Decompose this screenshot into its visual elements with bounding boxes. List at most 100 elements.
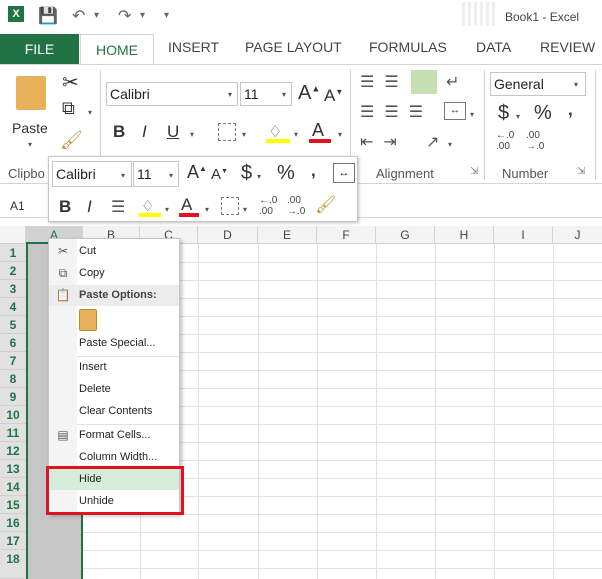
fill-color-dropdown-icon[interactable]: ▾ (294, 130, 298, 139)
cut-icon[interactable]: ✂ (62, 70, 79, 95)
bold-icon[interactable]: B (113, 122, 125, 142)
menu-item-clear-contents[interactable]: Clear Contents (49, 401, 179, 422)
mini-currency-dropdown-icon[interactable]: ▾ (257, 172, 261, 181)
row-header-2[interactable]: 2 (0, 262, 26, 280)
increase-decimal-icon[interactable]: ←.0.00 (496, 130, 514, 152)
menu-item-format-cells[interactable]: ▤ Format Cells... (49, 425, 179, 446)
orientation-icon[interactable]: ↗ (426, 132, 439, 152)
mini-format-painter-icon[interactable]: 🖌 (315, 195, 337, 215)
mini-font-name-box[interactable]: Calibri (52, 161, 132, 187)
increase-font-icon[interactable]: A▲ (298, 82, 320, 105)
row-header-14[interactable]: 14 (0, 478, 26, 496)
row-header-5[interactable]: 5 (0, 316, 26, 334)
mini-font-color-icon[interactable]: A (181, 195, 192, 215)
tab-formulas[interactable]: FORMULAS (369, 39, 447, 55)
vertical-align-icons[interactable]: ☰☰ (360, 72, 409, 92)
indent-icons[interactable]: ⇤⇥ (360, 132, 407, 152)
paste-label[interactable]: Paste (12, 120, 48, 136)
column-header-d[interactable]: D (198, 226, 258, 244)
row-header-6[interactable]: 6 (0, 334, 26, 352)
mini-font-name-dropdown-icon[interactable]: ▾ (121, 171, 125, 180)
paste-option-icon[interactable] (79, 309, 97, 331)
tab-page-layout[interactable]: PAGE LAYOUT (245, 39, 342, 55)
comma-style-icon[interactable]: , (568, 100, 573, 120)
decrease-decimal-icon[interactable]: .00 →.0 (526, 130, 544, 152)
redo-icon[interactable]: ↷ (118, 6, 131, 26)
menu-item-paste-special[interactable]: Paste Special... (49, 333, 179, 354)
font-size-dropdown-icon[interactable]: ▾ (282, 90, 286, 99)
borders-dropdown-icon[interactable]: ▾ (242, 130, 246, 139)
customize-toolbar-icon[interactable]: ▾ (164, 10, 169, 21)
ribbon-display-options-icon[interactable] (462, 2, 498, 26)
menu-item-copy[interactable]: ⧉ Copy (49, 263, 179, 284)
paste-clipboard-icon[interactable] (16, 76, 46, 110)
row-header-11[interactable]: 11 (0, 424, 26, 442)
mini-decrease-decimal-icon[interactable]: .00 →.0 (287, 195, 305, 217)
copy-icon[interactable]: ⧉ (62, 98, 75, 119)
mini-comma-icon[interactable]: , (311, 161, 316, 181)
mini-italic-icon[interactable]: I (87, 197, 92, 217)
number-launcher-icon[interactable]: ⇲ (577, 166, 585, 177)
mini-center-align-icon[interactable]: ☰ (111, 197, 125, 217)
row-header-17[interactable]: 17 (0, 532, 26, 550)
row-header-16[interactable]: 16 (0, 514, 26, 532)
merge-dropdown-icon[interactable]: ▾ (470, 110, 474, 119)
row-header-9[interactable]: 9 (0, 388, 26, 406)
column-header-e[interactable]: E (258, 226, 317, 244)
tab-insert[interactable]: INSERT (168, 39, 219, 55)
column-header-g[interactable]: G (376, 226, 435, 244)
menu-item-column-width[interactable]: Column Width... (49, 447, 179, 468)
font-name-box[interactable]: Calibri (106, 82, 238, 106)
mini-borders-icon[interactable] (221, 197, 239, 215)
column-header-j[interactable]: J (553, 226, 602, 244)
tab-home[interactable]: HOME (80, 34, 154, 65)
font-color-icon[interactable]: A (312, 120, 324, 141)
select-all-corner[interactable] (0, 226, 26, 244)
currency-dropdown-icon[interactable]: ▾ (516, 112, 520, 121)
borders-icon[interactable] (218, 123, 236, 141)
mini-increase-font-icon[interactable]: A▲ (187, 162, 207, 183)
horizontal-align-icons[interactable]: ☰☰☰ (360, 102, 433, 122)
row-header-10[interactable]: 10 (0, 406, 26, 424)
row-header-12[interactable]: 12 (0, 442, 26, 460)
wrap-text-icon[interactable]: ↵ (446, 72, 459, 92)
mini-fill-color-dropdown-icon[interactable]: ▾ (165, 205, 169, 214)
row-header-4[interactable]: 4 (0, 298, 26, 316)
bottom-align-icon[interactable] (411, 70, 437, 94)
mini-decrease-font-icon[interactable]: A▼ (211, 166, 228, 183)
name-box[interactable]: A1 (4, 196, 44, 216)
number-format-box[interactable]: General (490, 72, 586, 96)
tab-data[interactable]: DATA (476, 39, 511, 55)
underline-icon[interactable]: U (167, 122, 179, 142)
underline-dropdown-icon[interactable]: ▾ (190, 130, 194, 139)
number-format-dropdown-icon[interactable]: ▾ (574, 80, 578, 89)
mini-font-color-dropdown-icon[interactable]: ▾ (205, 205, 209, 214)
mini-merge-center-icon[interactable]: ↔ (333, 163, 355, 183)
format-painter-icon[interactable]: 🖌 (60, 130, 83, 151)
mini-increase-decimal-icon[interactable]: ←.0.00 (259, 195, 277, 217)
mini-percent-icon[interactable]: % (277, 162, 295, 185)
mini-borders-dropdown-icon[interactable]: ▾ (243, 205, 247, 214)
row-header-3[interactable]: 3 (0, 280, 26, 298)
mini-currency-icon[interactable]: $ (241, 162, 252, 185)
decrease-font-icon[interactable]: A▼ (324, 86, 343, 106)
row-header-18[interactable]: 18 (0, 550, 26, 579)
row-header-7[interactable]: 7 (0, 352, 26, 370)
undo-dropdown-icon[interactable]: ▾ (94, 10, 99, 21)
row-header-13[interactable]: 13 (0, 460, 26, 478)
row-header-15[interactable]: 15 (0, 496, 26, 514)
currency-icon[interactable]: $ (498, 102, 509, 125)
row-header-8[interactable]: 8 (0, 370, 26, 388)
save-icon[interactable]: 💾 (38, 6, 58, 26)
column-header-f[interactable]: F (317, 226, 376, 244)
font-name-dropdown-icon[interactable]: ▾ (228, 90, 232, 99)
tab-review[interactable]: REVIEW (540, 39, 595, 55)
font-color-dropdown-icon[interactable]: ▾ (338, 130, 342, 139)
menu-item-cut[interactable]: ✂ Cut (49, 241, 179, 262)
mini-bold-icon[interactable]: B (59, 197, 71, 217)
row-header-1[interactable]: 1 (0, 244, 26, 262)
italic-icon[interactable]: I (142, 122, 147, 142)
undo-icon[interactable]: ↶ (72, 6, 85, 26)
alignment-launcher-icon[interactable]: ⇲ (470, 166, 478, 177)
menu-item-insert[interactable]: Insert (49, 357, 179, 378)
